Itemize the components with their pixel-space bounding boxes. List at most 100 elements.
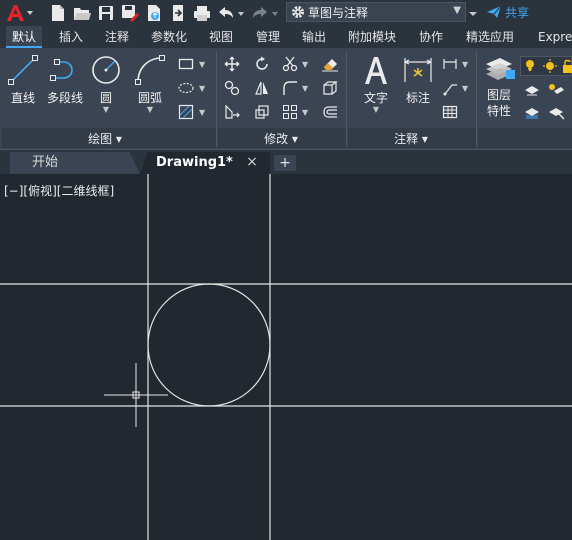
ellipse-tool-button[interactable] (176, 78, 196, 98)
arc-tool-button[interactable]: 圆弧 ▼ (132, 54, 168, 114)
table-button[interactable] (440, 102, 460, 122)
trim-tool-button[interactable] (280, 54, 300, 74)
tab-start[interactable]: 开始 (10, 152, 140, 174)
rotate-icon (256, 56, 268, 70)
move-tool-button[interactable] (222, 54, 242, 74)
layer-tool-4[interactable] (546, 102, 566, 122)
new-tab-button[interactable]: + (274, 155, 296, 171)
import-icon (173, 5, 183, 21)
ribbon-panel-area: 绘图 ▾ 直线 多段线 圆 ▼ 圆弧 ▼ ▼ ▼ ▼ 修改 ▾ ▼ ▼ ▼ 注释… (0, 48, 572, 150)
circle-tool-button[interactable]: 圆 ▼ (88, 54, 124, 114)
tab-parametric[interactable]: 参数化 (145, 26, 193, 48)
fillet-tool-button[interactable] (280, 78, 300, 98)
chevron-down-icon[interactable]: ▼ (199, 108, 205, 117)
polyline-tool-button[interactable]: 多段线 (44, 54, 86, 106)
layer-isolate-icon (549, 84, 564, 94)
3d-array-tool-button[interactable] (320, 78, 340, 98)
line-tool-label: 直线 (10, 91, 35, 105)
drawing-canvas[interactable]: [−][俯视][二维线框] (0, 174, 572, 540)
tab-express-tools[interactable]: Expre (532, 26, 572, 48)
save-icon (99, 6, 113, 20)
tab-featured-apps[interactable]: 精选应用 (460, 26, 520, 48)
layer-tool-2[interactable] (546, 80, 566, 100)
scissors-icon (282, 56, 298, 72)
annotation-panel-title[interactable]: 注释 ▾ (376, 130, 446, 148)
file-tab-bar: 开始 Drawing1* × + (0, 150, 572, 174)
layer-tool-3[interactable] (522, 102, 542, 122)
application-menu-button[interactable] (4, 3, 34, 23)
workspace-label: 草图与注释 (308, 5, 369, 20)
chevron-down-icon[interactable]: ▼ (302, 60, 308, 69)
plot-button[interactable] (192, 3, 212, 23)
tab-view[interactable]: 视图 (203, 26, 239, 48)
chevron-down-icon[interactable]: ▼ (462, 84, 468, 93)
undo-button[interactable] (216, 3, 246, 23)
scale-tool-button[interactable] (252, 102, 272, 122)
new-file-icon (52, 5, 64, 21)
mirror-tool-button[interactable] (252, 78, 272, 98)
stretch-tool-button[interactable] (222, 102, 242, 122)
line-tool-button[interactable]: 直线 (6, 54, 40, 106)
chevron-down-icon: ▼ (102, 105, 110, 114)
offset-tool-button[interactable] (320, 102, 340, 122)
open-file-button[interactable] (72, 3, 92, 23)
layer-freeze-icon (549, 108, 565, 120)
text-tool-label: 文字 (363, 91, 388, 105)
chevron-down-icon[interactable]: ▼ (302, 84, 308, 93)
draw-panel-title[interactable]: 绘图 ▾ (60, 130, 150, 148)
close-tab-button[interactable]: × (244, 153, 260, 171)
save-as-button[interactable] (120, 3, 140, 23)
customize-toolbar-button[interactable] (466, 3, 480, 23)
undo-icon (219, 7, 244, 18)
layers-panel-footer[interactable] (478, 128, 572, 148)
open-folder-icon (74, 8, 91, 20)
linear-dimension-button[interactable] (440, 54, 460, 74)
leader-button[interactable] (440, 78, 460, 98)
gear-icon (292, 6, 304, 18)
save-button[interactable] (96, 3, 116, 23)
modify-panel-title[interactable]: 修改 ▾ (246, 130, 316, 148)
dimension-tool-button[interactable]: 标注 (400, 54, 436, 106)
copy-icon (224, 80, 240, 96)
plot-to-cloud-button[interactable] (144, 3, 164, 23)
cloud-upload-icon (148, 5, 160, 21)
eraser-icon (322, 59, 338, 72)
workspace-dropdown[interactable]: 草图与注释 ▼ (286, 2, 466, 22)
erase-tool-button[interactable] (320, 54, 340, 74)
printer-icon (194, 6, 210, 21)
rotate-tool-button[interactable] (252, 54, 272, 74)
tab-collaborate[interactable]: 协作 (413, 26, 449, 48)
hatch-tool-button[interactable] (176, 102, 196, 122)
autocad-logo-icon (7, 5, 33, 21)
linear-dimension-icon (443, 59, 457, 69)
tab-manage[interactable]: 管理 (250, 26, 286, 48)
tab-add-ins[interactable]: 附加模块 (342, 26, 402, 48)
tab-insert[interactable]: 插入 (53, 26, 89, 48)
tab-annotate[interactable]: 注释 (99, 26, 135, 48)
viewport-controls-label[interactable]: [−][俯视][二维线框] (4, 182, 114, 199)
tab-output[interactable]: 输出 (296, 26, 332, 48)
chevron-down-icon[interactable]: ▼ (302, 108, 308, 117)
layer-state-icons (526, 59, 572, 73)
paper-plane-icon (487, 5, 502, 18)
share-button[interactable]: 共享 (486, 2, 529, 22)
tab-home[interactable]: 默认 (6, 26, 43, 48)
panel-divider (476, 52, 477, 146)
new-file-button[interactable] (48, 3, 68, 23)
panel-divider (216, 52, 217, 146)
layer-dropdown[interactable] (520, 56, 572, 76)
redo-button[interactable] (250, 3, 280, 23)
text-tool-button[interactable]: 文字 ▼ (358, 54, 394, 114)
import-button[interactable] (168, 3, 188, 23)
array-tool-button[interactable] (280, 102, 300, 122)
arc-tool-label: 圆弧 (137, 91, 162, 105)
layer-tool-1[interactable] (522, 80, 542, 100)
rectangle-tool-button[interactable] (176, 54, 196, 74)
polyline-tool-label: 多段线 (46, 91, 83, 105)
chevron-down-icon[interactable]: ▼ (199, 60, 205, 69)
text-icon (365, 57, 387, 84)
copy-tool-button[interactable] (222, 78, 242, 98)
chevron-down-icon[interactable]: ▼ (199, 84, 205, 93)
chevron-down-icon[interactable]: ▼ (462, 60, 468, 69)
layer-properties-button[interactable]: 图层 特性 (480, 54, 518, 119)
